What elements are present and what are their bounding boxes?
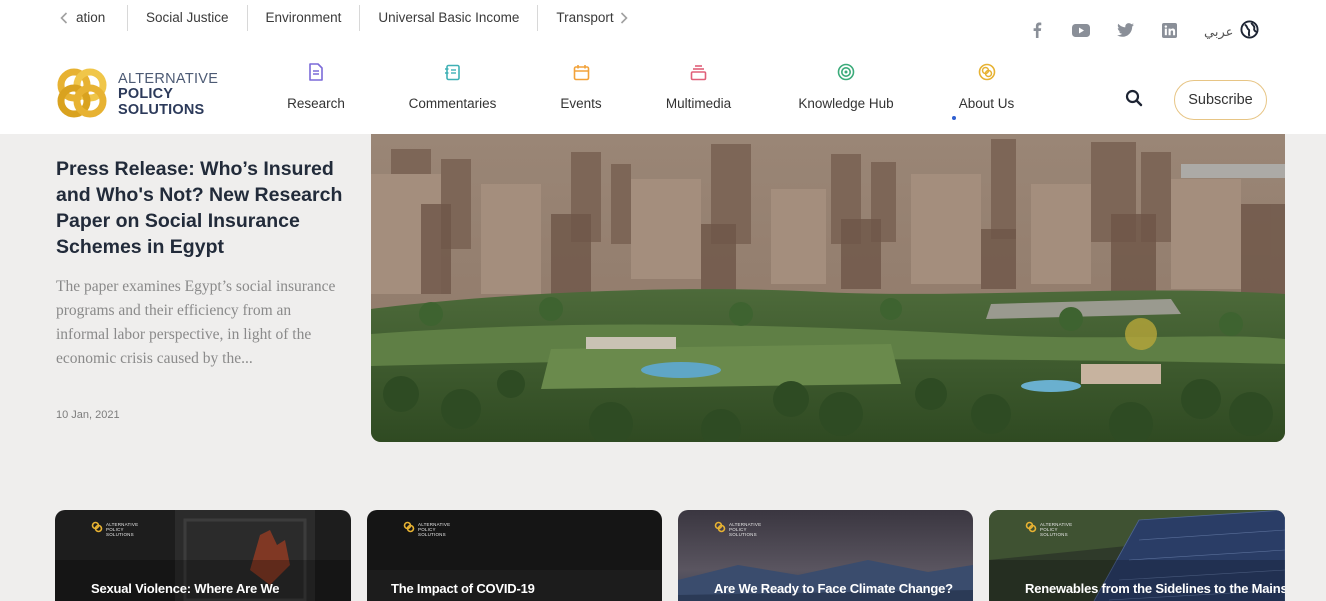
nav-label: Multimedia (665, 96, 732, 111)
linkedin-icon[interactable] (1158, 19, 1180, 41)
card-logo: ALTERNATIVE POLICY SOLUTIONS (1025, 520, 1072, 538)
card-logo-text: ALTERNATIVE POLICY SOLUTIONS (1040, 521, 1073, 537)
calendar-icon (571, 62, 591, 82)
search-icon[interactable] (1125, 89, 1147, 111)
chevron-right-icon[interactable] (616, 6, 632, 30)
nav-label: Research (287, 96, 345, 111)
nav-label: Knowledge Hub (798, 96, 894, 111)
youtube-icon[interactable] (1070, 19, 1092, 41)
logo-mark-icon (403, 520, 415, 538)
article-card[interactable]: ALTERNATIVE POLICY SOLUTIONS Are We Read… (678, 510, 973, 601)
nav-label: Commentaries (408, 96, 497, 111)
featured-article-image[interactable] (371, 134, 1285, 442)
nav-commentaries[interactable]: Commentaries (405, 62, 500, 122)
nav-events[interactable]: Events (559, 62, 603, 122)
article-card[interactable]: ALTERNATIVE POLICY SOLUTIONS The Impact … (367, 510, 662, 601)
nav-about-us[interactable]: About Us (957, 62, 1016, 122)
card-title: Sexual Violence: Where Are We (91, 581, 280, 596)
card-title: Are We Ready to Face Climate Change? (714, 581, 953, 596)
subscribe-button[interactable]: Subscribe (1174, 80, 1267, 120)
notebook-icon (443, 62, 463, 82)
chevron-left-icon[interactable] (56, 6, 72, 30)
twitter-icon[interactable] (1114, 19, 1136, 41)
nav-label: Events (560, 96, 602, 111)
language-label: عربي (1204, 24, 1234, 40)
topic-link-universal-basic-income[interactable]: Universal Basic Income (360, 5, 539, 31)
article-card[interactable]: ALTERNATIVE POLICY SOLUTIONS Renewables … (989, 510, 1285, 601)
active-nav-indicator (952, 116, 956, 120)
logo-line: POLICY (118, 86, 174, 103)
logo-mark-icon (977, 62, 997, 82)
target-icon (836, 62, 856, 82)
site-header: ation Social Justice Environment Univers… (0, 0, 1326, 134)
facebook-icon[interactable] (1026, 19, 1048, 41)
topic-link-transport[interactable]: Transport (538, 5, 616, 31)
logo-line: ALTERNATIVE (118, 71, 219, 88)
card-title: The Impact of COVID-19 (391, 581, 535, 596)
topic-link-social-justice[interactable]: Social Justice (128, 5, 248, 31)
nav-research[interactable]: Research (287, 62, 345, 122)
card-logo: ALTERNATIVE POLICY SOLUTIONS (91, 520, 138, 538)
card-logo-text: ALTERNATIVE POLICY SOLUTIONS (106, 521, 139, 537)
site-logo[interactable]: ALTERNATIVE POLICY SOLUTIONS (52, 64, 232, 126)
nav-label: About Us (958, 96, 1015, 111)
article-card[interactable]: ALTERNATIVE POLICY SOLUTIONS Sexual Viol… (55, 510, 351, 601)
card-title: Renewables from the Sidelines to the Mai… (1025, 581, 1285, 596)
globe-icon (1240, 20, 1259, 44)
card-logo-text: ALTERNATIVE POLICY SOLUTIONS (418, 521, 451, 537)
topic-link-environment[interactable]: Environment (248, 5, 361, 31)
nav-multimedia[interactable]: Multimedia (662, 62, 735, 122)
featured-article-title[interactable]: Press Release: Who’s Insured and Who's N… (56, 156, 356, 260)
featured-article-excerpt: The paper examines Egypt’s social insura… (56, 278, 336, 367)
document-icon (306, 62, 326, 82)
nav-knowledge-hub[interactable]: Knowledge Hub (795, 62, 897, 122)
topic-link[interactable]: ation (72, 5, 128, 31)
card-logo: ALTERNATIVE POLICY SOLUTIONS (403, 520, 450, 538)
logo-mark-icon (52, 63, 112, 128)
featured-article-date: 10 Jan, 2021 (56, 409, 120, 421)
logo-mark-icon (714, 520, 726, 538)
logo-mark-icon (91, 520, 103, 538)
logo-mark-icon (1025, 520, 1037, 538)
language-switch[interactable]: عربي (1204, 20, 1259, 44)
logo-line: SOLUTIONS (118, 101, 205, 118)
card-logo: ALTERNATIVE POLICY SOLUTIONS (714, 520, 761, 538)
stack-icon (689, 62, 709, 82)
social-links (1026, 19, 1202, 41)
topic-strip: ation Social Justice Environment Univers… (56, 5, 632, 31)
card-logo-text: ALTERNATIVE POLICY SOLUTIONS (729, 521, 762, 537)
logo-wordmark: ALTERNATIVE POLICY SOLUTIONS (118, 71, 219, 118)
